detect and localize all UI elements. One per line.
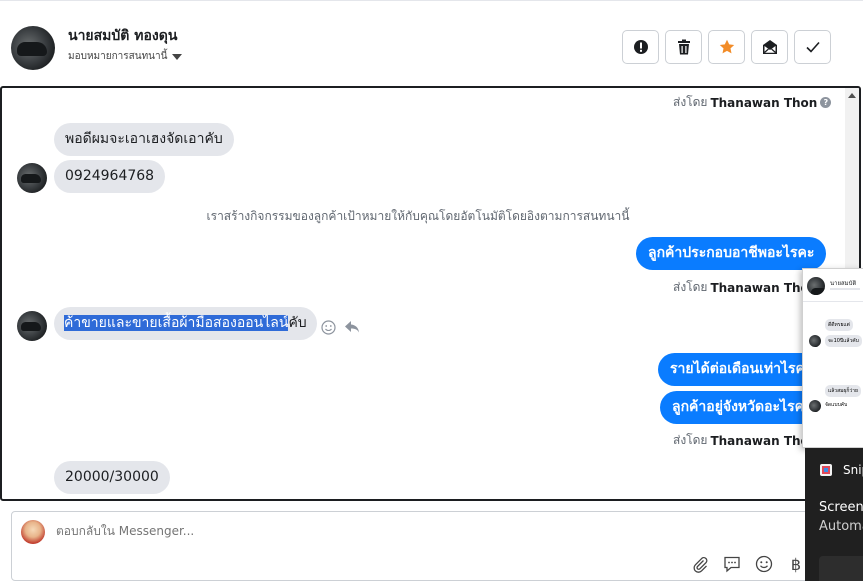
sent-by-label: ส่งโดย Thanawan Thon — [673, 431, 817, 450]
report-spam-button[interactable] — [622, 30, 659, 64]
reply-input[interactable] — [56, 524, 656, 538]
trash-icon — [677, 39, 690, 55]
sent-by-prefix: ส่งโดย — [673, 280, 708, 294]
thumb-bubble: จัดแบบคับ — [825, 402, 848, 408]
thumb-avatar — [809, 335, 821, 347]
snip-message-line: Screens — [819, 500, 863, 515]
thumb-name: นายสมบัติ — [830, 280, 857, 287]
system-notice: เราสร้างกิจกรรมของลูกค้าเป้าหมายให้กับคุ… — [206, 209, 630, 223]
emoji-react-icon[interactable] — [321, 320, 336, 335]
outgoing-message[interactable]: ลูกค้าอยู่จังหวัดอะไรคะ — [660, 391, 824, 424]
snip-notification[interactable]: Snip Screens Automa — [805, 448, 863, 581]
sent-by-label: ส่งโดย Thanawan Thon — [673, 278, 817, 297]
messenger-inbox-window: นายสมบัติ ทองดุน มอบหมายการสนทนานี้ ส่งโ… — [0, 0, 863, 581]
incoming-message[interactable]: 0924964768 — [54, 160, 166, 193]
assign-label: มอบหมายการสนทนานี้ — [68, 51, 168, 62]
baht-icon: ฿ — [790, 554, 802, 574]
message-text: คับ — [288, 315, 307, 331]
sent-by-prefix: ส่งโดย — [673, 433, 708, 447]
incoming-message[interactable]: พอดีผมจะเอาเฮงจัดเอาคับ — [54, 123, 234, 156]
snip-title: Snip — [843, 463, 863, 477]
sent-by-name: Thanawan Thon — [710, 95, 818, 110]
conversation-header: นายสมบัติ ทองดุน มอบหมายการสนทนานี้ — [0, 0, 863, 86]
snip-thumbnail-preview[interactable]: นายสมบัติ ดีดีทรยแต่ จะ10ปีแล้วคับ แล้วส… — [802, 268, 863, 448]
scroll-up-icon[interactable] — [848, 93, 856, 98]
check-icon — [805, 41, 820, 53]
thumb-bubble: แล้วสมผุก็ว่าย — [825, 385, 861, 397]
snipping-tool-icon — [820, 464, 832, 476]
saved-replies-button[interactable] — [722, 554, 742, 574]
star-icon — [719, 39, 734, 54]
emoji-button[interactable] — [754, 554, 774, 574]
smiley-icon — [755, 555, 773, 573]
page-avatar — [21, 520, 45, 544]
contact-avatar[interactable] — [11, 26, 55, 70]
contact-name[interactable]: นายสมบัติ ทองดุน — [68, 25, 177, 47]
thumb-line — [830, 288, 860, 290]
thumb-bubble: จะ10ปีแล้วคับ — [825, 335, 862, 347]
help-icon[interactable]: ? — [820, 97, 832, 108]
payment-button[interactable]: ฿ — [786, 554, 806, 574]
selected-text[interactable]: ค้าขายและขายเสื้อผ้ามือสองออนไลน์ — [64, 315, 289, 331]
star-button[interactable] — [708, 30, 745, 64]
attach-button[interactable] — [690, 554, 710, 574]
chat-bubble-icon — [724, 556, 740, 573]
thumb-avatar — [807, 277, 825, 295]
message-thread[interactable]: ส่งโดย Thanawan Thon ? พอดีผมจะเอาเฮงจัด… — [0, 86, 861, 501]
snip-message-line: Automa — [819, 519, 863, 534]
thumb-bubble: ดีดีทรยแต่ — [825, 319, 853, 331]
outgoing-message[interactable]: ลูกค้าประกอบอาชีพอะไรคะ — [636, 237, 827, 270]
mark-unread-icon — [762, 40, 777, 54]
sent-by-prefix: ส่งโดย — [673, 95, 708, 109]
reply-composer: ฿ — [11, 511, 863, 581]
sent-by-label: ส่งโดย Thanawan Thon ? — [673, 93, 832, 112]
caret-down-icon — [172, 53, 183, 60]
incoming-message[interactable]: 20000/30000 — [54, 461, 170, 494]
thumb-divider — [803, 301, 863, 302]
contact-avatar-small — [17, 311, 47, 341]
reply-arrow-icon[interactable] — [344, 320, 360, 334]
thumb-avatar — [809, 400, 821, 412]
alert-icon — [633, 40, 648, 54]
mark-done-button[interactable] — [794, 30, 831, 64]
snip-action-button[interactable] — [819, 556, 863, 581]
outgoing-message[interactable]: รายได้ต่อเดือนเท่าไรคะ — [658, 353, 825, 386]
incoming-message[interactable]: ค้าขายและขายเสื้อผ้ามือสองออนไลน์คับ — [54, 307, 317, 340]
paperclip-icon — [693, 556, 708, 573]
delete-button[interactable] — [665, 30, 702, 64]
assign-conversation-dropdown[interactable]: มอบหมายการสนทนานี้ — [68, 49, 183, 64]
mark-unread-button[interactable] — [751, 30, 788, 64]
contact-avatar-small — [17, 163, 47, 193]
